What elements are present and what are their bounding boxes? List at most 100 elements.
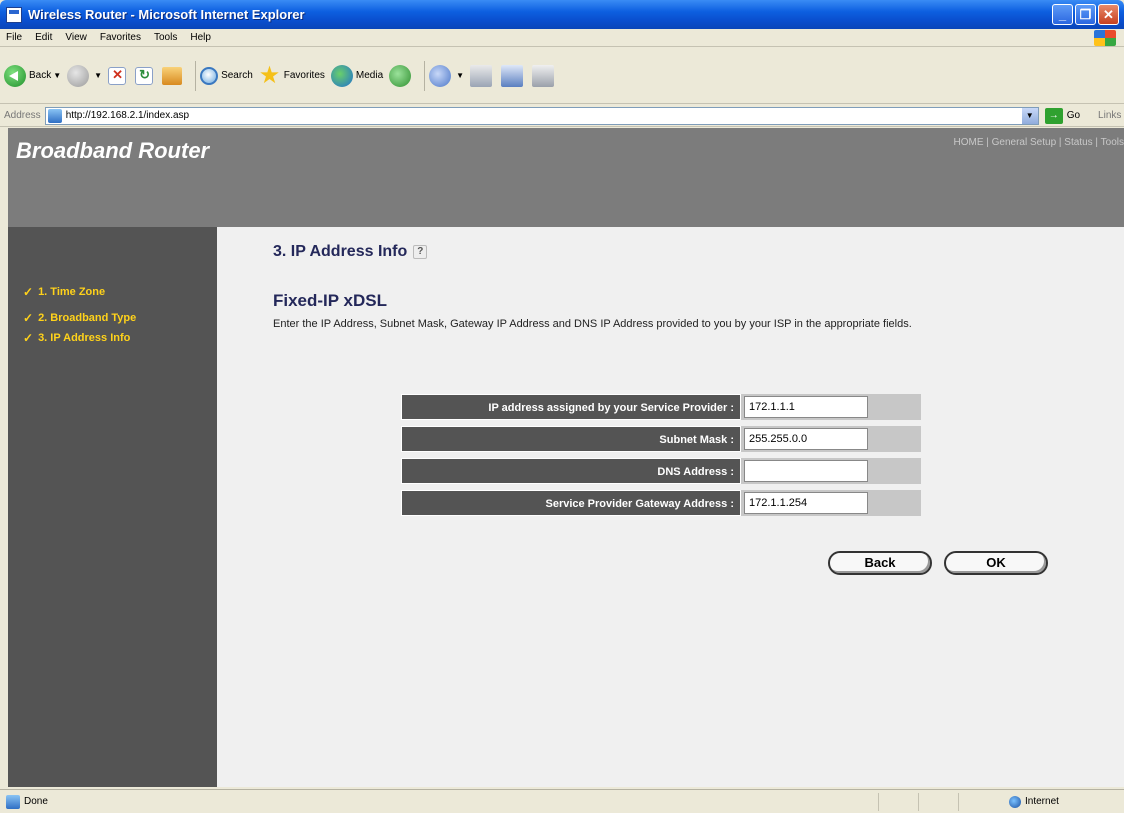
back-button[interactable]: Back ▼ (4, 64, 61, 87)
menu-help[interactable]: Help (190, 32, 211, 43)
nav-home[interactable]: HOME (953, 137, 983, 148)
back-dropdown-icon[interactable]: ▼ (53, 71, 61, 80)
nav-tools[interactable]: Tools (1101, 137, 1124, 148)
menu-tools[interactable]: Tools (154, 32, 177, 43)
subnet-mask-field[interactable]: 255.255.0.0 (744, 428, 868, 450)
dns-address-label: DNS Address : (401, 458, 741, 484)
edit-button[interactable] (501, 64, 526, 87)
nav-separator: | (983, 137, 992, 148)
mail-icon (429, 64, 452, 87)
form-cell (741, 458, 921, 484)
menu-favorites[interactable]: Favorites (100, 32, 141, 43)
toolbar-divider (424, 60, 426, 91)
form-cell: 172.1.1.1 (741, 394, 921, 420)
ok-button[interactable]: OK (944, 551, 1048, 575)
form-row-gateway-address: Service Provider Gateway Address : 172.1… (401, 490, 921, 516)
sidebar: ✓ 1. Time Zone ✓ 2. Broadband Type ✓ 3. … (8, 227, 217, 787)
help-icon[interactable]: ? (413, 245, 428, 259)
address-bar: Address http://192.168.2.1/index.asp ▼ →… (0, 105, 1124, 127)
connection-type-title: Fixed-IP xDSL (273, 291, 387, 310)
router-page: Broadband Router HOME | General Setup | … (8, 128, 1124, 787)
ie-app-icon (6, 6, 22, 23)
instructions-text: Enter the IP Address, Subnet Mask, Gatew… (273, 318, 912, 330)
print-icon (470, 64, 493, 87)
security-zone: Internet (958, 792, 1124, 811)
menu-bar: File Edit View Favorites Tools Help (0, 29, 1124, 47)
address-label: Address (4, 110, 41, 121)
menu-view[interactable]: View (65, 32, 87, 43)
forward-dropdown-icon[interactable]: ▼ (94, 71, 102, 80)
page-done-icon (6, 794, 20, 809)
status-text: Done (24, 796, 48, 807)
address-dropdown-icon[interactable]: ▼ (1021, 107, 1038, 124)
address-input[interactable]: http://192.168.2.1/index.asp ▼ (44, 106, 1039, 125)
search-icon (200, 66, 219, 85)
window-controls: _ ❐ ✕ (1052, 4, 1119, 25)
address-url: http://192.168.2.1/index.asp (65, 110, 190, 121)
history-icon (389, 64, 412, 87)
favorites-button[interactable]: Favorites (259, 61, 325, 90)
page-title: 3. IP Address Info ? (273, 243, 428, 261)
favorites-star-icon (259, 61, 281, 90)
toolbar-divider (195, 60, 197, 91)
nav-separator: | (1092, 137, 1101, 148)
status-text-area: Done (0, 794, 878, 809)
edit-icon (501, 64, 524, 87)
forward-button[interactable]: ▼ (67, 64, 102, 87)
title-bar: Wireless Router - Microsoft Internet Exp… (0, 0, 1124, 29)
messenger-button[interactable] (532, 64, 557, 87)
check-icon: ✓ (23, 331, 34, 345)
stop-button[interactable] (108, 66, 129, 85)
menu-file[interactable]: File (6, 32, 22, 43)
status-segment (878, 792, 918, 811)
stop-icon (108, 66, 127, 85)
ip-address-label: IP address assigned by your Service Prov… (401, 394, 741, 420)
close-button[interactable]: ✕ (1098, 4, 1119, 25)
form-cell: 255.255.0.0 (741, 426, 921, 452)
form-row-dns-address: DNS Address : (401, 458, 921, 484)
nav-status[interactable]: Status (1064, 137, 1092, 148)
mail-button[interactable]: ▼ (429, 64, 464, 87)
media-button[interactable]: Media (330, 64, 384, 87)
check-icon: ✓ (23, 311, 34, 325)
menu-edit[interactable]: Edit (35, 32, 52, 43)
form-row-subnet-mask: Subnet Mask : 255.255.0.0 (401, 426, 921, 452)
media-label: Media (355, 70, 384, 81)
status-segment (918, 792, 958, 811)
nav-general-setup[interactable]: General Setup (992, 137, 1057, 148)
sidebar-item-label: 2. Broadband Type (38, 312, 137, 324)
refresh-button[interactable] (135, 66, 156, 85)
page-icon (47, 108, 62, 123)
history-button[interactable] (389, 64, 414, 87)
mail-dropdown-icon[interactable]: ▼ (456, 71, 464, 80)
back-form-button[interactable]: Back (828, 551, 932, 575)
sidebar-item-label: 3. IP Address Info (38, 332, 131, 344)
go-arrow-icon: → (1044, 107, 1063, 124)
sidebar-item-time-zone[interactable]: ✓ 1. Time Zone (23, 285, 105, 299)
go-button[interactable]: → Go (1044, 107, 1080, 124)
windows-logo-icon (1094, 30, 1116, 46)
media-icon (330, 64, 353, 87)
back-label: Back (29, 70, 52, 81)
ip-settings-form: IP address assigned by your Service Prov… (401, 394, 921, 522)
gateway-address-field[interactable]: 172.1.1.254 (744, 492, 868, 514)
maximize-button[interactable]: ❐ (1075, 4, 1096, 25)
status-bar: Done Internet (0, 789, 1124, 813)
minimize-button[interactable]: _ (1052, 4, 1073, 25)
dns-address-field[interactable] (744, 460, 868, 482)
sidebar-item-broadband-type[interactable]: ✓ 2. Broadband Type (23, 311, 136, 325)
ip-address-field[interactable]: 172.1.1.1 (744, 396, 868, 418)
forward-arrow-icon (67, 64, 90, 87)
sidebar-item-label: 1. Time Zone (38, 286, 106, 298)
home-button[interactable] (162, 66, 185, 85)
favorites-label: Favorites (283, 70, 325, 81)
window-title: Wireless Router - Microsoft Internet Exp… (28, 7, 305, 22)
gateway-address-label: Service Provider Gateway Address : (401, 490, 741, 516)
back-arrow-icon (4, 64, 26, 87)
sidebar-item-ip-address-info[interactable]: ✓ 3. IP Address Info (23, 331, 130, 345)
form-row-ip-address: IP address assigned by your Service Prov… (401, 394, 921, 420)
print-button[interactable] (470, 64, 495, 87)
brand-title: Broadband Router (16, 138, 210, 163)
links-button[interactable]: Links (1098, 110, 1121, 121)
search-button[interactable]: Search (200, 66, 253, 85)
